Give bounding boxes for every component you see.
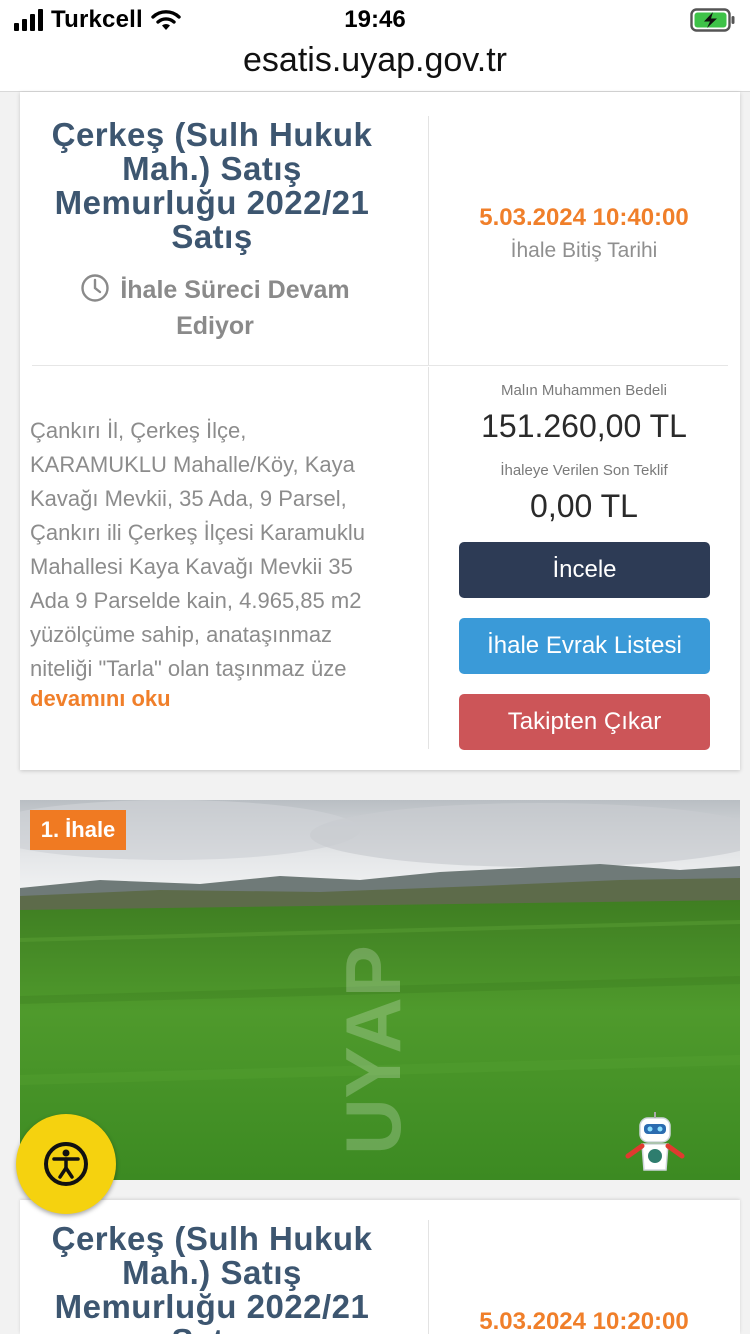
auction-round-badge: 1. İhale — [30, 810, 126, 850]
documents-button[interactable]: İhale Evrak Listesi — [459, 618, 710, 674]
auction-status: İhale Süreci Devam Ediyor — [50, 272, 380, 344]
listing-photo[interactable]: UYAP 1. İhale — [20, 800, 740, 1180]
watermark: UYAP — [329, 945, 417, 1155]
end-date: 5.03.2024 10:20:00 — [479, 1308, 689, 1334]
auction-card: Çerkeş (Sulh Hukuk Mah.) Satış Memurluğu… — [20, 1200, 740, 1334]
address-bar[interactable]: esatis.uyap.gov.tr — [0, 38, 750, 92]
auction-title[interactable]: Çerkeş (Sulh Hukuk Mah.) Satış Memurluğu… — [32, 1222, 392, 1334]
last-bid-value: 0,00 TL — [530, 488, 638, 524]
divider — [32, 365, 728, 366]
auction-description: Çankırı İl, Çerkeş İlçe, KARAMUKLU Mahal… — [30, 418, 365, 681]
last-bid-label: İhaleye Verilen Son Teklif — [500, 462, 668, 479]
status-bar: Turkcell 19:46 — [0, 0, 750, 40]
auction-title[interactable]: Çerkeş (Sulh Hukuk Mah.) Satış Memurluğu… — [32, 118, 392, 254]
appraised-value-label: Malın Muhammen Bedeli — [501, 382, 667, 399]
read-more-link[interactable]: devamını oku — [30, 686, 171, 712]
status-time: 19:46 — [344, 6, 406, 33]
robot-assistant-icon[interactable] — [620, 1110, 690, 1180]
battery-charging-icon — [690, 8, 735, 32]
unfollow-button[interactable]: Takipten Çıkar — [459, 694, 710, 750]
accessibility-button[interactable] — [16, 1114, 116, 1214]
inspect-button[interactable]: İncele — [459, 542, 710, 598]
appraised-value: 151.260,00 TL — [481, 408, 687, 444]
auction-card: Çerkeş (Sulh Hukuk Mah.) Satış Memurluğu… — [20, 92, 740, 770]
end-date: 5.03.2024 10:40:00 — [479, 204, 689, 231]
clock-icon — [81, 274, 110, 302]
url-text: esatis.uyap.gov.tr — [243, 41, 507, 79]
end-date-label: İhale Bitiş Tarihi — [510, 239, 658, 262]
accessibility-icon — [44, 1142, 88, 1186]
